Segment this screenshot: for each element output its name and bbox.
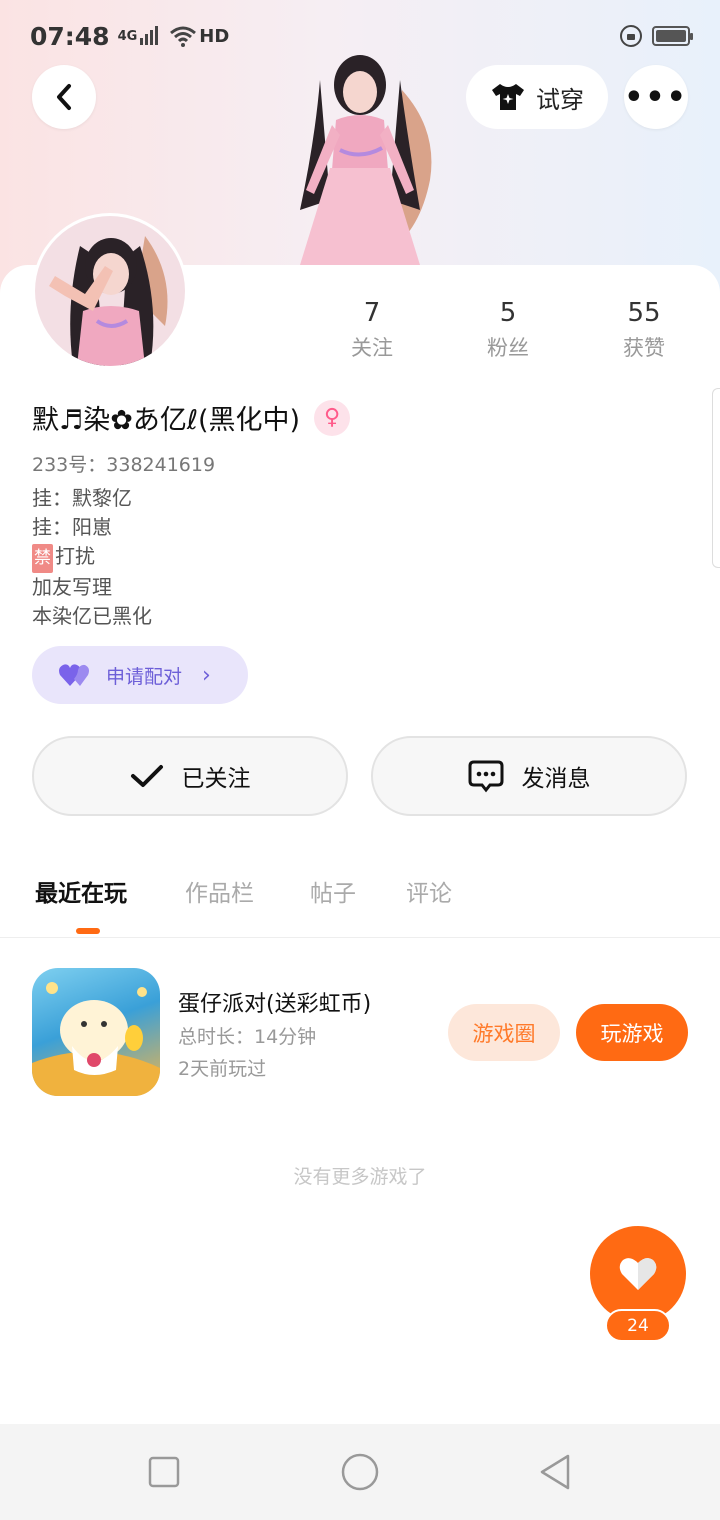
following-label: 关注: [351, 336, 393, 360]
likes-received-label: 获赞: [623, 336, 665, 360]
game-total-duration: 总时长：14分钟: [178, 1026, 317, 1048]
bio-line: 本染亿已黑化: [32, 604, 152, 628]
fans-count: 5: [499, 298, 517, 328]
like-button[interactable]: [590, 1226, 686, 1322]
eggy-character-icon: [32, 982, 160, 1096]
more-options-button[interactable]: •••: [624, 65, 688, 129]
signal-icon: [140, 26, 159, 45]
back-button[interactable]: [32, 65, 96, 129]
home-icon[interactable]: [340, 1452, 380, 1492]
battery-icon: [652, 26, 693, 46]
stat-following[interactable]: 7 关注: [322, 298, 422, 362]
stat-likes[interactable]: 55 获赞: [594, 298, 694, 362]
avatar-portrait: [49, 236, 168, 366]
bio: 挂：默黎亿 挂：阳崽 禁打扰 加友写理 本染亿已黑化: [32, 484, 152, 631]
side-drawer-handle[interactable]: [712, 388, 720, 568]
check-icon: [130, 765, 163, 787]
profile-tabs: 最近在玩 作品栏 帖子 评论: [0, 860, 720, 938]
female-gender-icon: ♀: [314, 399, 351, 436]
following-count: 7: [363, 298, 381, 328]
double-heart-icon: [59, 664, 89, 686]
more-dots-icon: •••: [624, 79, 688, 115]
request-pairing-label: 申请配对: [106, 665, 183, 688]
following-button[interactable]: 已关注: [32, 736, 348, 816]
network-type: 4G: [117, 28, 138, 44]
like-count-badge: 24: [605, 1309, 671, 1342]
try-on-button[interactable]: 试穿: [466, 65, 608, 129]
user-id: 233号：338241619: [32, 454, 216, 476]
game-icon[interactable]: [32, 968, 160, 1096]
nickname-row: 默♬染✿あ亿ℓ(黑化中) ♀: [32, 398, 351, 437]
game-last-played: 2天前玩过: [178, 1058, 267, 1080]
likes-received-count: 55: [627, 298, 661, 328]
tab-comments[interactable]: 评论: [406, 874, 452, 908]
avatar-3d-figure[interactable]: [270, 50, 450, 270]
rotation-lock-icon: [620, 25, 642, 47]
tab-posts[interactable]: 帖子: [310, 874, 356, 908]
following-button-label: 已关注: [181, 766, 251, 792]
tshirt-icon: [492, 84, 524, 110]
heart-icon: [619, 1258, 657, 1290]
send-message-button[interactable]: 发消息: [371, 736, 687, 816]
status-time: 07:48: [30, 21, 110, 51]
avatar[interactable]: [32, 213, 188, 369]
tab-recently-played[interactable]: 最近在玩: [35, 874, 127, 908]
nickname: 默♬染✿あ亿ℓ(黑化中): [32, 405, 301, 436]
bio-line: 挂：默黎亿: [32, 486, 132, 510]
fans-label: 粉丝: [487, 336, 529, 360]
bio-line-text: 打扰: [55, 544, 95, 568]
chevron-right-icon: ›: [202, 662, 211, 688]
hd-label: HD: [199, 25, 230, 47]
recent-apps-icon[interactable]: [144, 1452, 184, 1492]
bio-line: 加友写理: [32, 575, 112, 599]
back-triangle-icon[interactable]: [536, 1452, 576, 1492]
game-circle-button[interactable]: 游戏圈: [448, 1004, 560, 1061]
request-pairing-button[interactable]: 申请配对 ›: [32, 646, 248, 704]
active-tab-indicator: [76, 928, 100, 934]
bio-line: 禁打扰: [32, 542, 152, 573]
send-message-label: 发消息: [521, 766, 591, 792]
prohibited-icon: 禁: [32, 544, 53, 573]
try-on-label: 试穿: [536, 85, 584, 114]
bio-line: 挂：阳崽: [32, 515, 112, 539]
wifi-icon: [170, 26, 197, 47]
system-navigation-bar: [0, 1424, 720, 1520]
chevron-left-icon: [57, 84, 71, 110]
play-game-button[interactable]: 玩游戏: [576, 1004, 688, 1061]
no-more-games-text: 没有更多游戏了: [293, 1166, 427, 1188]
tab-works[interactable]: 作品栏: [185, 874, 254, 908]
stat-fans[interactable]: 5 粉丝: [458, 298, 558, 362]
chat-bubble-icon: [468, 760, 503, 793]
game-name[interactable]: 蛋仔派对(送彩虹币): [178, 986, 371, 1018]
